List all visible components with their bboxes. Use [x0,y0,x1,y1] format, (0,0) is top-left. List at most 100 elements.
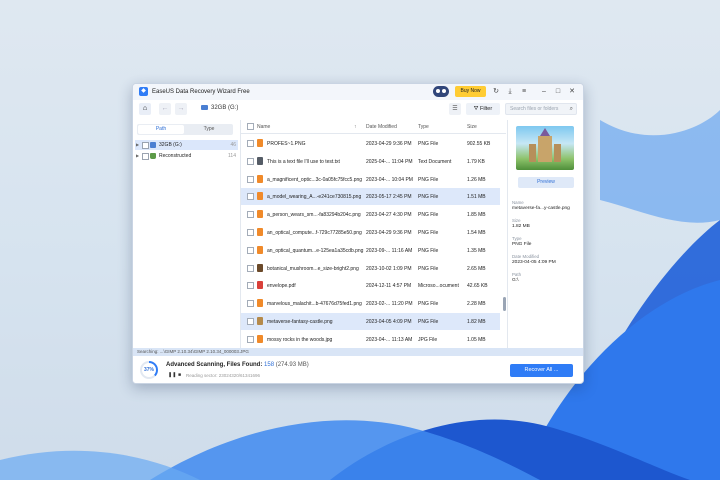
detail-size-label: Size [512,218,521,223]
detail-date-value: 2023-04-05 4:09 PM [512,260,556,265]
file-type-icon [257,245,263,254]
search-icon[interactable]: ⌕ [570,104,573,114]
detail-name-label: Name [512,200,524,205]
pause-icon[interactable]: ❚❚ [168,372,176,378]
file-type: Text Document [418,158,452,165]
home-icon[interactable]: ⌂ [139,103,151,115]
tree-item-label: Reconstructed [159,153,192,159]
drive-icon [201,105,208,110]
tab-type[interactable]: Type [186,125,232,134]
file-row[interactable]: mossy rocks in the woods.jpg 2023-04-... … [241,331,500,348]
file-size: 1.82 MB [467,319,486,325]
row-checkbox[interactable] [247,282,254,290]
close-icon[interactable]: ✕ [567,87,577,97]
file-date: 2023-04-... 10:04 PM [366,176,413,183]
row-checkbox[interactable] [247,229,254,236]
file-list-scrollbar[interactable] [503,134,506,348]
file-name: mossy rocks in the woods.jpg [267,336,333,343]
file-name: metaverse-fantasy-castle.png [267,319,333,325]
account-avatar-icon[interactable] [433,86,449,97]
sector-progress: Reading sector: 23024320/61341696 [186,373,261,378]
file-type: Microso...ocument [418,283,459,290]
file-name: a_person_wears_sm...-fa83294b204c.png [267,212,361,219]
view-toggle-icon[interactable]: ☰ [449,103,461,115]
file-row[interactable]: This is a text file I'll use to test.txt… [241,153,500,170]
row-checkbox[interactable] [247,140,254,147]
stop-icon[interactable]: ■ [178,372,181,378]
file-row[interactable]: botanical_mushroom...e_size-bright2.png 2… [241,260,500,277]
row-checkbox[interactable] [247,335,254,343]
file-date: 2024-12-11 4:57 PM [366,283,412,290]
scan-progress-ring: 37% [140,361,158,379]
refresh-icon[interactable]: ↻ [491,87,501,97]
file-type-icon [257,156,263,165]
file-size: 1.79 KB [467,158,485,165]
preview-thumbnail [516,126,574,170]
file-type-icon [257,263,263,272]
sort-arrow-icon[interactable]: ↑ [354,124,357,130]
file-date: 2023-04-29 9:36 PM [366,141,412,147]
tab-path[interactable]: Path [138,125,184,134]
detail-size-value: 1.82 MB [512,224,530,229]
details-panel: Preview Name metaverse-fa...y-castle.png… [507,120,583,348]
minimize-icon[interactable]: – [539,87,549,97]
menu-icon[interactable]: ≡ [519,87,529,97]
column-date[interactable]: Date Modified [366,124,397,130]
preview-button[interactable]: Preview [518,177,574,188]
filter-button[interactable]: ⛛ Filter [466,103,500,115]
file-type-icon [257,334,263,343]
progress-percent: 37% [142,363,156,377]
file-row[interactable]: an_optical_quantum...e-125ea1a35cdb.png 2… [241,242,500,259]
detail-name-value: metaverse-fa...y-castle.png [512,206,570,211]
file-size: 1.05 MB [467,336,486,343]
column-type[interactable]: Type [418,124,429,130]
row-checkbox[interactable] [247,300,254,308]
scrollbar-thumb[interactable] [503,297,506,311]
file-type-icon [257,192,263,201]
expand-arrow-icon[interactable]: ▶ [136,151,139,161]
tree-item-reconstructed[interactable]: ▶ Reconstructed 114 [135,151,238,161]
file-name: an_optical_quantum...e-125ea1a35cdb.png [267,247,364,254]
recover-all-button[interactable]: Recover All ... [510,364,573,377]
export-icon[interactable]: ⤓ [505,87,515,97]
row-checkbox[interactable] [247,193,254,201]
file-row[interactable]: envelope.pdf 2024-12-11 4:57 PM Microso...… [241,277,500,294]
file-name: botanical_mushroom...e_size-bright2.png [267,265,359,272]
file-row[interactable]: a_magnificent_optic...3c-0a05fc75fcc5.pn… [241,171,500,188]
row-checkbox[interactable] [247,157,254,165]
select-all-checkbox[interactable] [247,123,254,130]
file-type-icon [257,174,263,183]
row-checkbox[interactable] [247,318,254,325]
back-icon[interactable]: ← [159,103,171,115]
file-row[interactable]: marvelous_malachit...b-47676d75fed1.png 2… [241,295,500,312]
column-name[interactable]: Name [257,124,270,130]
search-input[interactable]: Search files or folders ⌕ [505,103,577,115]
file-type-icon [257,139,263,147]
expand-arrow-icon[interactable]: ▶ [136,140,139,150]
tree-item-count: 46 [230,142,236,148]
maximize-icon[interactable]: □ [553,87,563,97]
detail-path-label: Path [512,272,522,277]
row-checkbox[interactable] [247,211,254,219]
file-size: 1.26 MB [467,176,486,183]
file-row[interactable]: metaverse-fantasy-castle.png 2023-04-05 4… [241,313,500,330]
buy-now-button[interactable]: Buy Now [455,86,486,97]
column-size[interactable]: Size [467,124,477,130]
row-checkbox[interactable] [247,175,254,183]
file-type: PNG File [418,230,439,236]
file-date: 2023-09-... 11:16 AM [366,247,413,254]
file-row[interactable]: PROFES~1.PNG 2023-04-29 9:36 PM PNG File 90… [241,135,500,152]
left-panel: Path Type ▶ 32GB (G:) 46 ▶ Reconstructed… [133,120,241,348]
file-row[interactable]: a_model_wearing_A...-e241ce730815.png 202… [241,188,500,206]
row-checkbox[interactable] [247,246,254,254]
row-checkbox[interactable] [247,264,254,272]
folder-icon [150,153,156,159]
file-date: 2023-04-29 9:36 PM [366,230,412,236]
tree-checkbox[interactable] [142,153,149,160]
forward-icon[interactable]: → [175,103,187,115]
detail-path-value: G:\ [512,278,519,283]
tree-checkbox[interactable] [142,142,149,149]
tree-item-drive[interactable]: ▶ 32GB (G:) 46 [135,140,238,150]
file-row[interactable]: a_person_wears_sm...-fa83294b204c.png 202… [241,206,500,223]
file-row[interactable]: an_optical_compute...f-729c77285e50.png 2… [241,224,500,241]
